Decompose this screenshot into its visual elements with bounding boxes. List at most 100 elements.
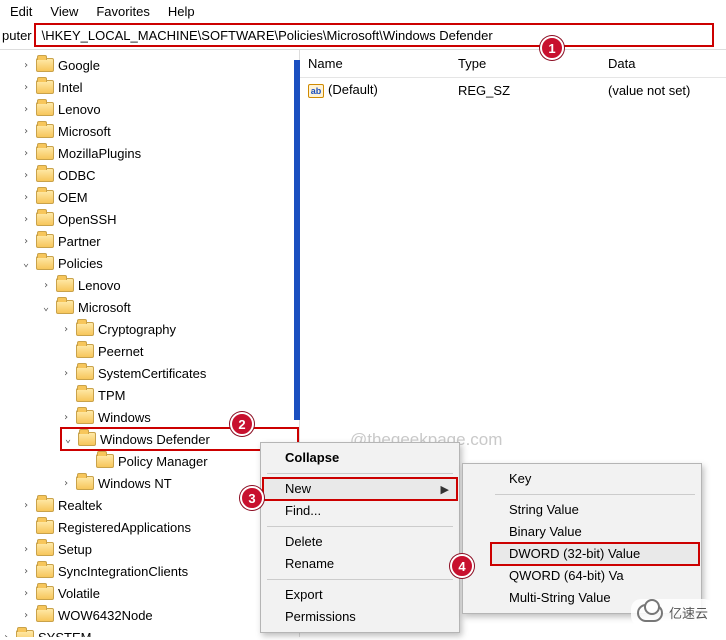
tree-item-volatile[interactable]: ›Volatile <box>20 582 299 604</box>
tree-item-oem[interactable]: ›OEM <box>20 186 299 208</box>
menu-edit[interactable]: Edit <box>10 4 32 19</box>
submenu-dword-value[interactable]: DWORD (32-bit) Value <box>491 543 699 565</box>
chevron-right-icon: › <box>20 60 32 71</box>
tree-item-systemcertificates[interactable]: › SystemCertificates <box>60 362 299 384</box>
tree-item-partner[interactable]: ›Partner <box>20 230 299 252</box>
submenu-arrow-icon: ▶ <box>441 483 449 497</box>
folder-icon <box>76 344 94 358</box>
tree-item-lenovo[interactable]: ›Lenovo <box>20 98 299 120</box>
tree-item-google[interactable]: › Google <box>20 54 299 76</box>
folder-icon <box>36 80 54 94</box>
value-name-cell: ab(Default) <box>300 78 450 102</box>
chevron-right-icon: › <box>20 82 32 93</box>
tree-label: OpenSSH <box>58 212 117 227</box>
folder-icon <box>36 190 54 204</box>
tree-item-microsoft[interactable]: ›Microsoft <box>20 120 299 142</box>
folder-icon <box>76 322 94 336</box>
tree-item-registeredapplications[interactable]: RegisteredApplications <box>20 516 299 538</box>
tree-label: Microsoft <box>58 124 111 139</box>
menu-help[interactable]: Help <box>168 4 195 19</box>
chevron-right-icon: › <box>40 280 52 291</box>
tree-label: Windows Defender <box>100 432 210 447</box>
tree-item-intel[interactable]: › Intel <box>20 76 299 98</box>
tree-label: Lenovo <box>78 278 121 293</box>
chevron-right-icon: › <box>60 324 72 335</box>
tree-item-windows[interactable]: › Windows <box>60 406 299 428</box>
context-menu: Collapse New▶ Find... Delete Rename Expo… <box>260 442 460 633</box>
folder-icon <box>36 520 54 534</box>
tree-label: Volatile <box>58 586 100 601</box>
folder-icon <box>76 476 94 490</box>
tree-label: TPM <box>98 388 125 403</box>
submenu-key[interactable]: Key <box>491 468 699 490</box>
separator <box>495 494 695 495</box>
separator <box>267 473 453 474</box>
tree-item-policies-microsoft[interactable]: ⌄Microsoft <box>40 296 299 318</box>
tree-item-tpm[interactable]: TPM <box>60 384 299 406</box>
tree-label: RegisteredApplications <box>58 520 191 535</box>
context-menu-find[interactable]: Find... <box>263 500 457 522</box>
context-menu-rename[interactable]: Rename <box>263 553 457 575</box>
chevron-right-icon: › <box>60 412 72 423</box>
submenu-qword-value[interactable]: QWORD (64-bit) Va <box>491 565 699 587</box>
context-menu-delete[interactable]: Delete <box>263 531 457 553</box>
tree-item-cryptography[interactable]: › Cryptography <box>60 318 299 340</box>
tree-label: Windows NT <box>98 476 172 491</box>
column-header-type[interactable]: Type <box>450 50 600 77</box>
tree-item-policies[interactable]: ⌄Policies <box>20 252 299 274</box>
tree-label: Peernet <box>98 344 144 359</box>
folder-icon <box>16 630 34 637</box>
tree-label: Policy Manager <box>118 454 208 469</box>
tree-label: Cryptography <box>98 322 176 337</box>
tree-label: Setup <box>58 542 92 557</box>
tree-item-syncintegrationclients[interactable]: › SyncIntegrationClients <box>20 560 299 582</box>
menu-view[interactable]: View <box>50 4 78 19</box>
tree-item-setup[interactable]: ›Setup <box>20 538 299 560</box>
tree-label: Google <box>58 58 100 73</box>
tree-label: Intel <box>58 80 83 95</box>
tree-label: Windows <box>98 410 151 425</box>
tree-label: SyncIntegrationClients <box>58 564 188 579</box>
menu-favorites[interactable]: Favorites <box>96 4 149 19</box>
folder-icon <box>36 542 54 556</box>
chevron-right-icon: › <box>60 368 72 379</box>
chevron-right-icon: › <box>20 148 32 159</box>
registry-tree[interactable]: ›Google ›Intel ›Lenovo ›Microsoft ›Mozil… <box>0 50 300 637</box>
selection-indicator <box>294 60 300 420</box>
folder-icon <box>78 432 96 446</box>
chevron-right-icon: › <box>20 500 32 511</box>
submenu-binary-value[interactable]: Binary Value <box>491 521 699 543</box>
chevron-right-icon: › <box>20 610 32 621</box>
address-bar[interactable]: \HKEY_LOCAL_MACHINE\SOFTWARE\Policies\Mi… <box>34 23 714 47</box>
folder-icon <box>36 608 54 622</box>
menu-bar: Edit View Favorites Help <box>0 0 726 23</box>
tree-item-openssh[interactable]: ›OpenSSH <box>20 208 299 230</box>
context-menu-permissions[interactable]: Permissions <box>263 606 457 628</box>
tree-item-wow6432node[interactable]: › WOW6432Node <box>20 604 299 626</box>
tree-label: SystemCertificates <box>98 366 206 381</box>
folder-icon <box>36 168 54 182</box>
submenu-string-value[interactable]: String Value <box>491 499 699 521</box>
folder-icon <box>36 586 54 600</box>
tree-item-mozillaplugins[interactable]: ›MozillaPlugins <box>20 142 299 164</box>
tree-item-policies-lenovo[interactable]: › Lenovo <box>40 274 299 296</box>
tree-item-system[interactable]: ›SYSTEM <box>0 626 299 637</box>
chevron-right-icon: › <box>20 566 32 577</box>
context-menu-new[interactable]: New▶ <box>263 478 457 500</box>
column-header-name[interactable]: Name <box>300 50 450 77</box>
column-header-data[interactable]: Data <box>600 50 726 77</box>
chevron-right-icon: › <box>20 170 32 181</box>
tree-label: SYSTEM <box>38 630 91 638</box>
list-row[interactable]: ab(Default) REG_SZ (value not set) <box>300 78 726 102</box>
folder-icon <box>36 58 54 72</box>
context-menu-collapse[interactable]: Collapse <box>263 447 457 469</box>
tree-label: WOW6432Node <box>58 608 153 623</box>
tree-item-odbc[interactable]: ›ODBC <box>20 164 299 186</box>
tree-label: Policies <box>58 256 103 271</box>
tree-item-peernet[interactable]: Peernet <box>60 340 299 362</box>
tree-label: Lenovo <box>58 102 101 117</box>
context-menu-export[interactable]: Export <box>263 584 457 606</box>
value-data-cell: (value not set) <box>600 79 726 102</box>
value-name: (Default) <box>328 82 378 97</box>
folder-icon <box>76 388 94 402</box>
